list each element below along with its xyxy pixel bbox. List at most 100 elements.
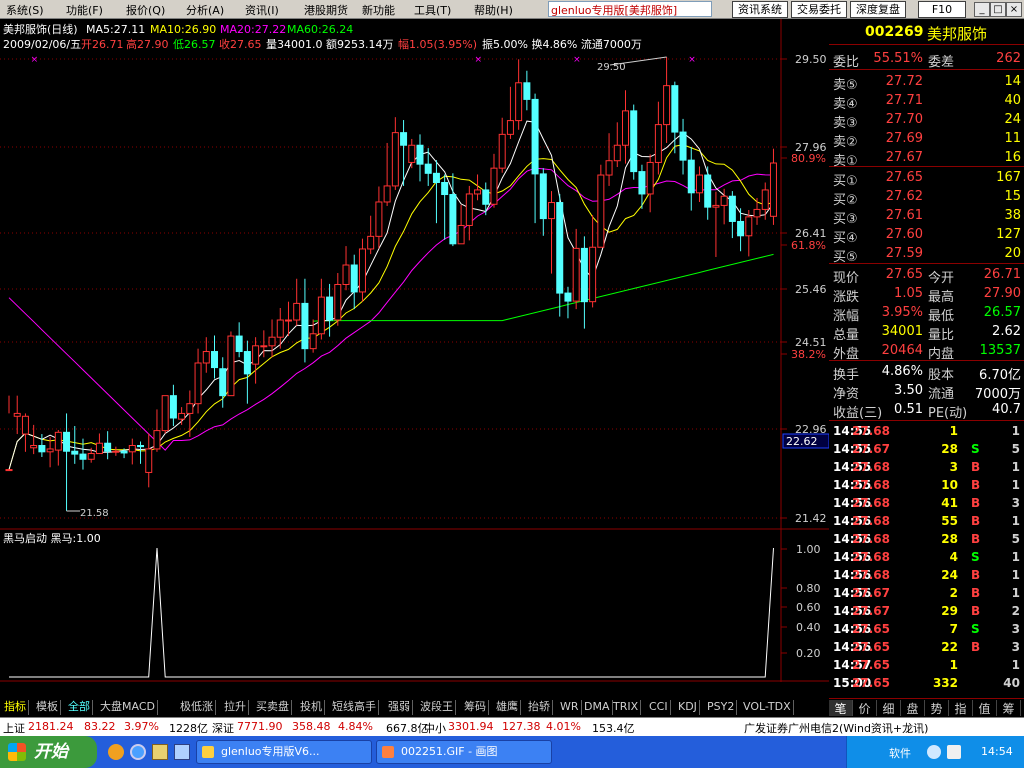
indicator-tab[interactable]: 拉升 — [222, 700, 249, 715]
stat-label: 涨跌 — [833, 290, 860, 305]
indicator-tab[interactable]: 指标 — [2, 700, 29, 715]
tab-3[interactable]: 盘 — [901, 700, 925, 716]
indicator-tab[interactable]: VOL-TDX — [741, 700, 794, 715]
trade-count: 1 — [1011, 658, 1020, 672]
app-title: glenluo专用版[美邦服饰] — [548, 1, 712, 17]
buy-order-row: 买④ 27.60 127 — [829, 226, 1024, 246]
ma10-line — [8, 144, 774, 470]
fund-value: 4.86% — [881, 364, 923, 379]
tab-5[interactable]: 指 — [949, 700, 973, 716]
fund-label: 净资 — [833, 387, 860, 402]
menu-tools[interactable]: 工具(T) — [414, 2, 451, 18]
trade-row: 15:00 27.65 332 40 — [829, 674, 1024, 692]
indicator-tab[interactable]: KDJ — [676, 700, 700, 715]
trade-price: 27.65 — [852, 622, 890, 636]
ma10-label: MA10:26.90 — [150, 23, 216, 36]
tab-7[interactable]: 筹 — [997, 700, 1021, 716]
tray-software-label[interactable]: 软件 — [889, 745, 911, 761]
messenger-icon[interactable] — [108, 744, 124, 760]
sell-order-volume: 16 — [1004, 150, 1021, 165]
desktop-icon[interactable] — [174, 744, 190, 760]
indicator-tab[interactable]: 强弱 — [386, 700, 413, 715]
indicator-tab[interactable]: 买卖盘 — [254, 700, 292, 715]
tab-1[interactable]: 价 — [853, 700, 877, 716]
indicator-tab[interactable]: 大盘MACD — [98, 700, 158, 715]
close-icon[interactable]: × — [1006, 2, 1022, 17]
sell-order-volume: 11 — [1004, 131, 1021, 146]
trade-row: 14:56 27.67 2 B 1 — [829, 584, 1024, 602]
indicator-tab[interactable]: WR — [558, 700, 582, 715]
indicator-tab[interactable]: CCI — [647, 700, 671, 715]
task-paint[interactable]: 002251.GIF - 画图 — [376, 740, 552, 764]
fund-label: PE(动) — [928, 406, 968, 421]
indicator-tab[interactable]: 模板 — [34, 700, 61, 715]
ma20-line — [8, 167, 774, 451]
candle-body — [13, 412, 21, 417]
candle-body — [104, 442, 112, 452]
start-button[interactable]: 开始 — [0, 736, 97, 768]
trade-side: B — [971, 496, 981, 510]
candle-body — [548, 202, 556, 220]
price-tick-label: 29.50 — [795, 53, 827, 66]
trade-price: 27.68 — [852, 514, 890, 528]
menu-info[interactable]: 资讯(I) — [245, 2, 279, 18]
menu-hk-futures[interactable]: 港股期货 — [304, 2, 348, 18]
news-system-button[interactable]: 资讯系统 — [732, 1, 788, 18]
tab-6[interactable]: 值 — [973, 700, 997, 716]
candle-body — [95, 442, 103, 455]
kline-chart-area[interactable]: 美邦服饰(日线) MA5:27.11 MA10:26.90 MA20:27.22… — [0, 19, 829, 682]
trade-price: 27.68 — [852, 424, 890, 438]
stat-label: 今开 — [928, 271, 955, 286]
paint-icon — [382, 746, 394, 758]
indicator-tab[interactable]: DMA — [582, 700, 613, 715]
indicator-tab[interactable]: 极低涨 — [178, 700, 216, 715]
trade-count: 1 — [1011, 460, 1020, 474]
volume-icon[interactable] — [947, 745, 961, 759]
indicator-tab[interactable]: 雄鹰 — [494, 700, 521, 715]
trade-count: 3 — [1011, 496, 1020, 510]
candle-body — [712, 204, 720, 208]
indicator-tab[interactable]: 抬轿 — [526, 700, 553, 715]
tab-2[interactable]: 细 — [877, 700, 901, 716]
indicator-tab[interactable]: PSY2 — [705, 700, 738, 715]
indicator-tab[interactable]: 全部 — [66, 700, 93, 715]
f10-button[interactable]: F10 — [918, 1, 966, 18]
fund-value: 3.50 — [894, 383, 923, 398]
status-bar: 上证 2181.24 83.22 3.97% 1228亿 深证 7771.90 … — [0, 717, 1024, 736]
candle-body — [589, 246, 597, 303]
sz-percent: 4.84% — [338, 720, 373, 733]
trade-row: 14:56 27.68 24 B 1 — [829, 566, 1024, 584]
tab-0[interactable]: 笔 — [829, 700, 853, 716]
menu-quote[interactable]: 报价(Q) — [126, 2, 165, 18]
menu-system[interactable]: 系统(S) — [6, 2, 44, 18]
menu-help[interactable]: 帮助(H) — [474, 2, 513, 18]
sh-change: 83.22 — [84, 720, 116, 733]
trade-price: 27.67 — [852, 604, 890, 618]
menu-analysis[interactable]: 分析(A) — [186, 2, 224, 18]
trade-order-button[interactable]: 交易委托 — [791, 1, 847, 18]
indicator-tab[interactable]: 投机 — [298, 700, 325, 715]
tab-4[interactable]: 势 — [925, 700, 949, 716]
deep-review-button[interactable]: 深度复盘 — [850, 1, 906, 18]
info-turnover: 振5.00% 换4.86% 流通7000万 — [482, 37, 642, 51]
maximize-icon[interactable]: □ — [990, 2, 1006, 17]
trade-side: S — [971, 442, 980, 456]
buy-order-price: 27.62 — [885, 189, 923, 204]
network-icon[interactable] — [927, 745, 941, 759]
trade-price: 27.68 — [852, 478, 890, 492]
menu-new-function[interactable]: 新功能 — [362, 2, 395, 18]
price-tick-label: 25.46 — [795, 283, 827, 296]
indicator-tab[interactable]: TRIX — [611, 700, 642, 715]
indicator-tab[interactable]: 短线高手 — [330, 700, 379, 715]
candle-body — [506, 120, 514, 135]
menu-function[interactable]: 功能(F) — [66, 2, 103, 18]
indicator-tab[interactable]: 波段王 — [418, 700, 456, 715]
task-trading-app[interactable]: glenluo专用版V6... — [196, 740, 372, 764]
candle-body — [145, 448, 153, 473]
explorer-icon[interactable] — [152, 744, 168, 760]
kline-chart[interactable]: 美邦服饰(日线) MA5:27.11 MA10:26.90 MA20:27.22… — [0, 19, 829, 682]
ie-icon[interactable] — [130, 744, 146, 760]
minimize-icon[interactable]: _ — [974, 2, 990, 17]
buy-order-volume: 38 — [1004, 208, 1021, 223]
indicator-tab[interactable]: 筹码 — [462, 700, 489, 715]
